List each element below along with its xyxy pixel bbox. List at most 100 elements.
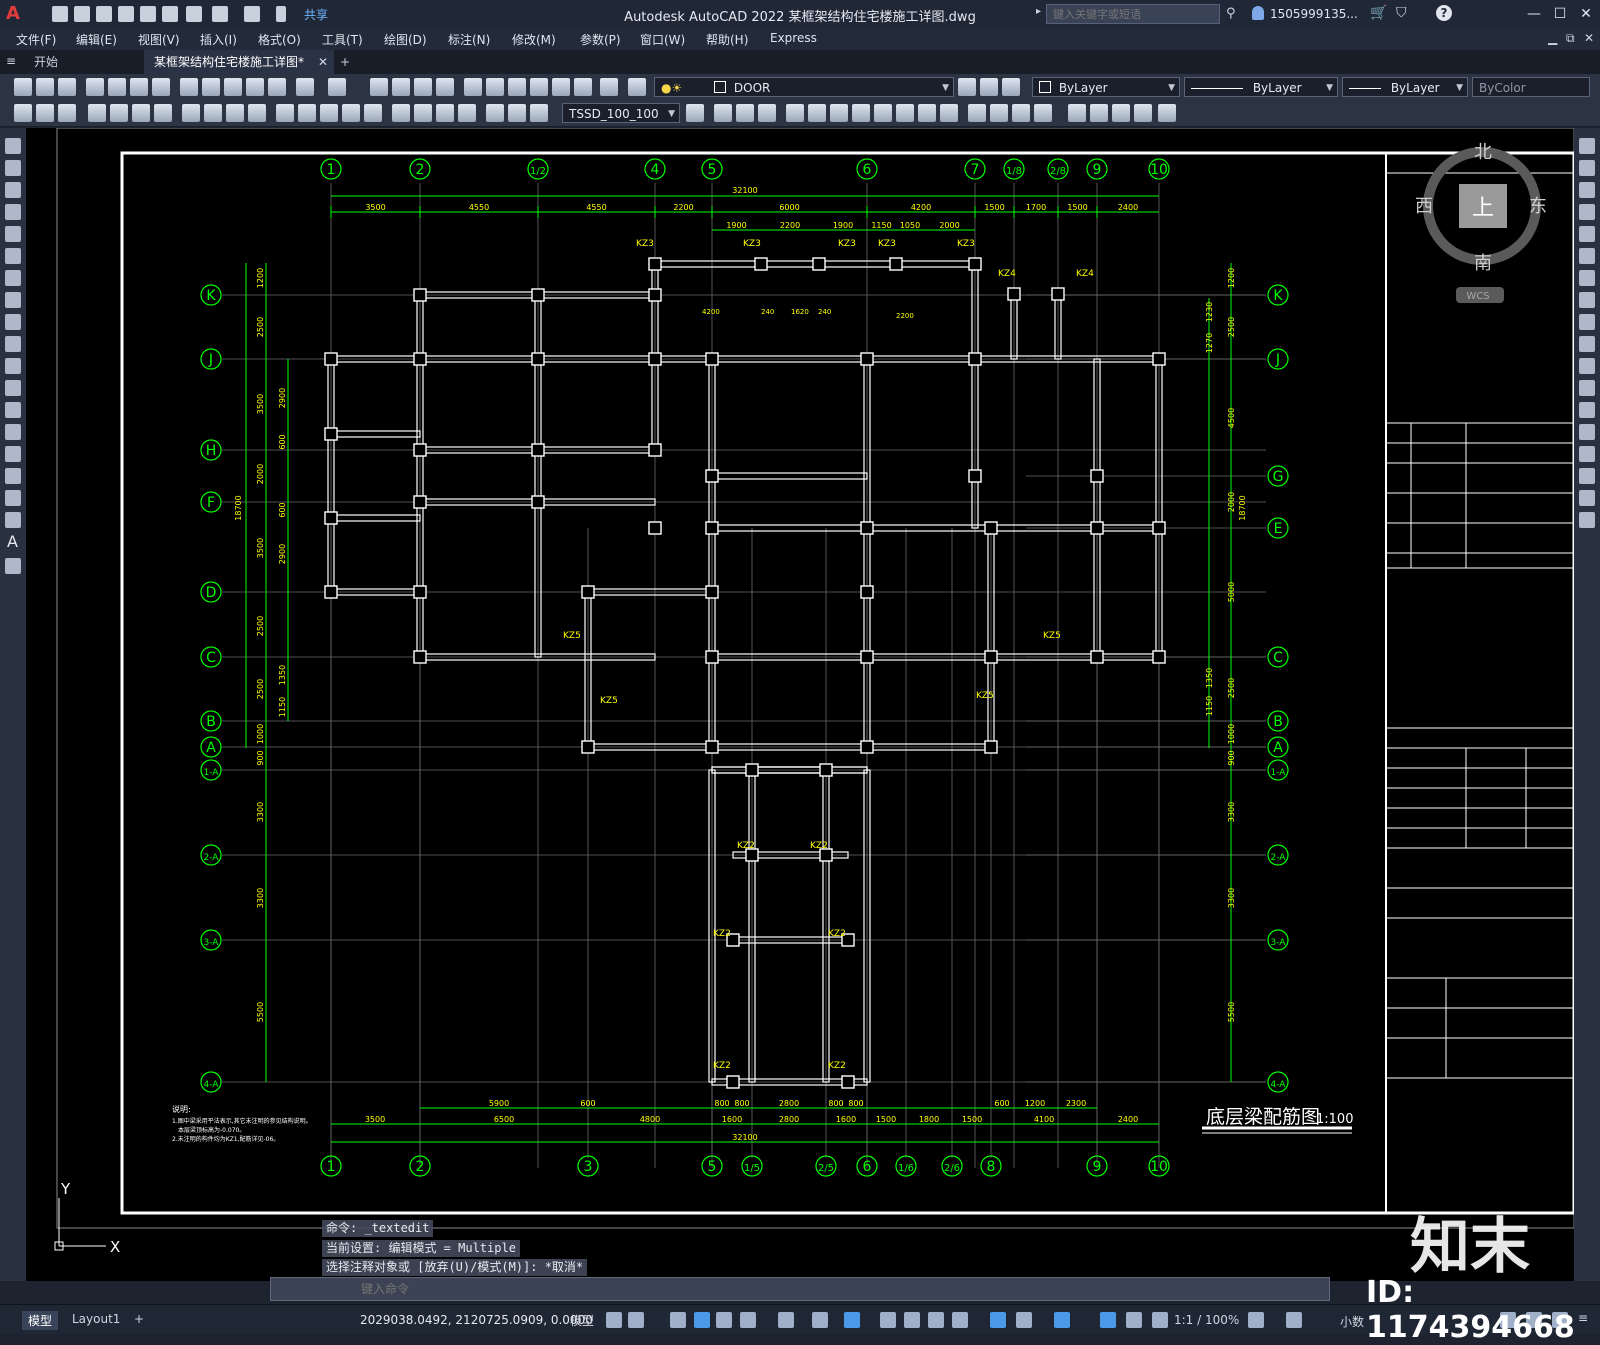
linear-dim-icon[interactable]	[88, 104, 106, 122]
view-cube[interactable]: 上 北 南 西 东 WCS	[1415, 142, 1547, 303]
menu-help[interactable]: 帮助(H)	[706, 31, 748, 48]
modify-icon[interactable]	[758, 104, 776, 122]
open-icon[interactable]	[36, 78, 54, 96]
save-as-icon[interactable]	[118, 6, 134, 22]
chamfer-icon[interactable]	[1579, 446, 1595, 462]
grid-icon[interactable]	[606, 1312, 622, 1328]
menu-dimension[interactable]: 标注(N)	[448, 31, 490, 48]
modify-icon[interactable]	[1090, 104, 1108, 122]
polyline-icon[interactable]	[5, 182, 21, 198]
color-dropdown[interactable]: ByLayer ▼	[1032, 77, 1180, 97]
jogged-dim-icon[interactable]	[204, 104, 222, 122]
minimize-button[interactable]: —	[1522, 4, 1546, 24]
insert-block-icon[interactable]	[5, 380, 21, 396]
selection-filter-icon[interactable]	[1016, 1312, 1032, 1328]
qa-dropdown-icon[interactable]	[276, 6, 286, 22]
dynamic-ucs-icon[interactable]	[990, 1312, 1006, 1328]
3d-osnap-icon[interactable]	[952, 1312, 968, 1328]
search-icon[interactable]: ⚲	[1226, 6, 1236, 21]
lineweight-dropdown[interactable]: ByLayer ▼	[1342, 77, 1468, 97]
gradient-icon[interactable]	[5, 468, 21, 484]
revcloud-icon[interactable]	[5, 292, 21, 308]
properties-icon[interactable]	[464, 78, 482, 96]
annotation-monitor-icon[interactable]	[1286, 1312, 1302, 1328]
tssd-tool-icon[interactable]	[14, 104, 32, 122]
viewcube-south[interactable]: 南	[1474, 253, 1492, 274]
hatch-icon[interactable]	[5, 446, 21, 462]
quickcalc-icon[interactable]	[574, 78, 592, 96]
sheet-set-icon[interactable]	[530, 78, 548, 96]
menu-parametric[interactable]: 参数(P)	[580, 31, 621, 48]
trim-icon[interactable]	[1579, 336, 1595, 352]
transparency-icon[interactable]	[904, 1312, 920, 1328]
ortho-icon[interactable]	[716, 1312, 732, 1328]
modify-icon[interactable]	[736, 104, 754, 122]
dynamic-input-icon[interactable]	[694, 1312, 710, 1328]
baseline-dim-icon[interactable]	[298, 104, 316, 122]
units-value[interactable]: 小数	[1340, 1313, 1364, 1330]
qnew-icon[interactable]	[14, 78, 32, 96]
region-icon[interactable]	[5, 490, 21, 506]
menu-edit[interactable]: 编辑(E)	[76, 31, 117, 48]
layer-previous-icon[interactable]	[980, 78, 998, 96]
modify-icon[interactable]	[786, 104, 804, 122]
zoom-realtime-icon[interactable]	[392, 78, 410, 96]
search-input[interactable]	[1046, 4, 1220, 24]
user-icon[interactable]	[1252, 6, 1264, 20]
new-file-icon[interactable]	[52, 6, 68, 22]
pan-icon[interactable]	[370, 78, 388, 96]
modify-icon[interactable]	[852, 104, 870, 122]
tab-menu-icon[interactable]: ≡	[6, 54, 20, 68]
menu-tools[interactable]: 工具(T)	[322, 31, 363, 48]
rotate-icon[interactable]	[1579, 270, 1595, 286]
dim-edit-icon[interactable]	[486, 104, 504, 122]
modify-icon[interactable]	[896, 104, 914, 122]
modify-icon[interactable]	[714, 104, 732, 122]
viewcube-top[interactable]: 上	[1472, 196, 1494, 221]
blend-curves-icon[interactable]	[1579, 490, 1595, 506]
layer-state-icon[interactable]	[1002, 78, 1020, 96]
modify-icon[interactable]	[1034, 104, 1052, 122]
plotstyle-dropdown[interactable]: ByColor	[1472, 77, 1590, 97]
close-button[interactable]: ✕	[1574, 4, 1598, 24]
wcs-menu[interactable]: WCS	[1466, 291, 1489, 302]
block-editor-icon[interactable]	[268, 78, 286, 96]
make-block-icon[interactable]	[5, 402, 21, 418]
object-snap-icon[interactable]	[844, 1312, 860, 1328]
doc-close-icon[interactable]: ✕	[1584, 31, 1594, 45]
modify-icon[interactable]	[830, 104, 848, 122]
modify-icon[interactable]	[1068, 104, 1086, 122]
plot-icon[interactable]	[86, 78, 104, 96]
modify-icon[interactable]	[1134, 104, 1152, 122]
viewcube-west[interactable]: 西	[1415, 196, 1433, 217]
modify-icon[interactable]	[940, 104, 958, 122]
undo-icon[interactable]	[296, 78, 314, 96]
make-current-layer-icon[interactable]	[958, 78, 976, 96]
tab-document[interactable]: 某框架结构住宅楼施工详图* ✕	[144, 50, 334, 74]
scale-icon[interactable]	[1579, 292, 1595, 308]
zoom-previous-icon[interactable]	[436, 78, 454, 96]
workspace-gear-icon[interactable]	[1248, 1312, 1264, 1328]
cart-icon[interactable]: 🛒	[1370, 5, 1387, 21]
match-properties-icon[interactable]	[246, 78, 264, 96]
layer-dropdown[interactable]: ●☀ DOOR ▼	[654, 77, 954, 97]
dimstyle-dropdown[interactable]: TSSD_100_100 ▼	[562, 103, 680, 123]
markup-icon[interactable]	[552, 78, 570, 96]
design-center-icon[interactable]	[486, 78, 504, 96]
zoom-window-icon[interactable]	[414, 78, 432, 96]
spline-icon[interactable]	[5, 314, 21, 330]
dim-text-edit-icon[interactable]	[508, 104, 526, 122]
drawing-canvas[interactable]: 上 北 南 西 东 WCS 32100 3500 4550 4550 2200 6000 4…	[26, 128, 1574, 1281]
modify-icon[interactable]	[1158, 104, 1176, 122]
tssd-tool-icon[interactable]	[58, 104, 76, 122]
gizmo-icon[interactable]	[1054, 1312, 1070, 1328]
tab-close-icon[interactable]: ✕	[318, 50, 328, 74]
model-space-toggle[interactable]: 模型	[564, 1311, 600, 1330]
layer-properties-icon[interactable]	[628, 78, 646, 96]
break-at-point-icon[interactable]	[1579, 380, 1595, 396]
dim-style-icon[interactable]	[686, 104, 704, 122]
autocad-logo[interactable]: A	[6, 3, 28, 25]
help-icon[interactable]: ?	[1436, 5, 1452, 21]
aligned-dim-icon[interactable]	[110, 104, 128, 122]
preview-icon[interactable]	[108, 78, 126, 96]
